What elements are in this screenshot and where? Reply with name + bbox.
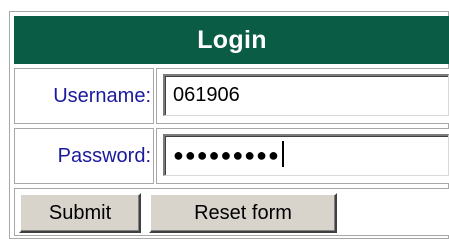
password-label: Password: (57, 145, 151, 167)
buttons-cell: Submit Reset form (14, 188, 449, 236)
text-caret (281, 141, 284, 168)
password-dots: ●●●●●●●●● (173, 145, 280, 165)
username-input[interactable] (163, 74, 449, 116)
password-label-cell: Password: (14, 128, 154, 184)
username-label-cell: Username: (14, 68, 154, 124)
login-form: Login Username: Password: ●●●●●●●●● Subm… (9, 11, 449, 239)
submit-button[interactable]: Submit (19, 193, 141, 233)
password-mask: ●●●●●●●●● (173, 136, 284, 175)
login-title: Login (197, 26, 267, 54)
password-input[interactable]: ●●●●●●●●● (163, 134, 449, 176)
reset-form-button[interactable]: Reset form (149, 193, 337, 233)
password-field-cell: ●●●●●●●●● (156, 128, 449, 184)
username-label: Username: (53, 85, 151, 107)
username-field-cell (156, 68, 449, 124)
login-header: Login (14, 16, 449, 64)
